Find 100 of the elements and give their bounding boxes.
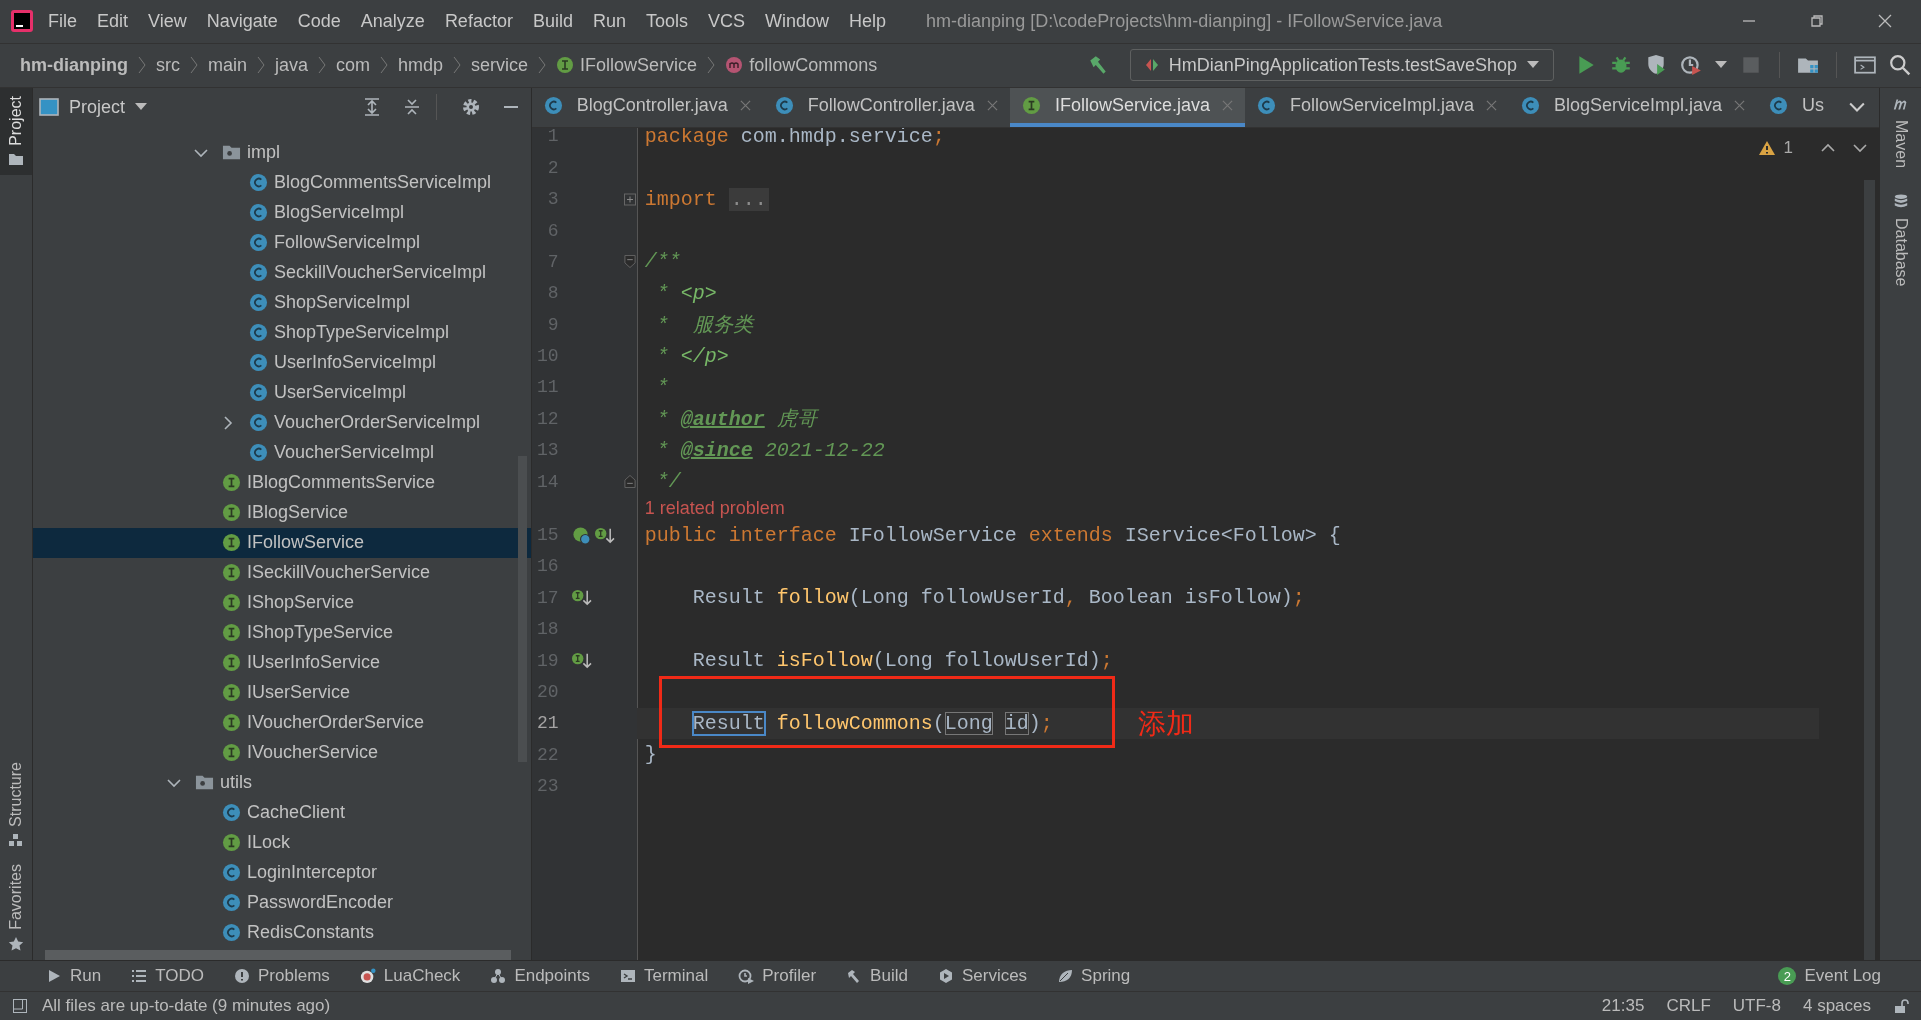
profiler-icon[interactable] <box>1680 54 1702 77</box>
tree-item[interactable]: IFollowService <box>33 527 531 558</box>
breadcrumb-item[interactable]: IFollowService <box>554 54 700 76</box>
tool-window-button[interactable]: Endpoints <box>490 966 590 987</box>
tree-item[interactable]: ShopTypeServiceImpl <box>33 317 531 348</box>
tree-item[interactable]: impl <box>33 137 531 168</box>
tool-window-button[interactable]: Spring <box>1057 966 1131 987</box>
tree-item[interactable]: SeckillVoucherServiceImpl <box>33 257 531 288</box>
fold-expand-icon[interactable] <box>624 192 637 206</box>
editor-tab[interactable]: Us <box>1757 87 1837 127</box>
chevron-up-icon[interactable] <box>1821 142 1835 153</box>
close-icon[interactable] <box>1877 13 1893 30</box>
tree-item[interactable]: utils <box>33 767 531 798</box>
implementations-icon[interactable] <box>570 588 592 608</box>
status-item[interactable]: 4 spaces <box>1802 996 1871 1017</box>
tool-window-button[interactable]: LuaCheck <box>359 966 461 987</box>
tree-item[interactable]: ISeckillVoucherService <box>33 557 531 588</box>
tool-window-button[interactable]: Services <box>937 966 1028 987</box>
tree-item[interactable]: CacheClient <box>33 797 531 828</box>
chevron-right-icon[interactable] <box>223 415 233 430</box>
tree-item[interactable]: RedisConstants <box>33 917 531 948</box>
status-item[interactable]: 21:35 <box>1601 996 1645 1017</box>
tool-window-button[interactable]: Terminal <box>620 966 709 987</box>
tree-item[interactable]: VoucherOrderServiceImpl <box>33 407 531 438</box>
implemented-icon[interactable] <box>570 525 592 545</box>
implementations-icon[interactable] <box>570 651 592 671</box>
tool-window-button[interactable]: TODO <box>131 966 204 987</box>
menu-item[interactable]: Edit <box>97 10 129 32</box>
menu-item[interactable]: Code <box>297 10 341 32</box>
tree-item[interactable]: IBlogCommentsService <box>33 467 531 498</box>
tool-window-tab[interactable]: Database <box>1891 193 1910 287</box>
breadcrumb-item[interactable]: main <box>206 54 249 76</box>
tree-item[interactable]: IVoucherOrderService <box>33 707 531 738</box>
status-item[interactable]: UTF-8 <box>1732 996 1781 1017</box>
tree-item[interactable]: ShopServiceImpl <box>33 287 531 318</box>
editor-tab[interactable]: BlogServiceImpl.java <box>1509 87 1758 127</box>
tree-item[interactable]: UserServiceImpl <box>33 377 531 408</box>
run-config-dropdown[interactable]: HmDianPingApplicationTests.testSaveShop <box>1129 49 1554 82</box>
chevron-down-icon[interactable] <box>167 777 181 788</box>
editor-tab[interactable]: FollowServiceImpl.java <box>1244 87 1509 127</box>
tool-window-tab[interactable]: Favorites <box>0 856 32 961</box>
breadcrumb-item[interactable]: hm-dianping <box>18 54 130 76</box>
status-item[interactable]: CRLF <box>1666 996 1711 1017</box>
vertical-scrollbar[interactable] <box>517 455 527 762</box>
settings-icon[interactable] <box>460 97 481 118</box>
window-icon[interactable] <box>1854 54 1876 77</box>
panel-title-dropdown[interactable]: Project <box>69 96 125 118</box>
tool-window-tab[interactable]: Structure <box>0 753 32 857</box>
menu-item[interactable]: Analyze <box>360 10 425 32</box>
tool-window-button[interactable]: Problems <box>234 966 330 987</box>
unlock-icon[interactable] <box>1893 998 1909 1015</box>
caret-icon[interactable] <box>135 103 147 112</box>
breadcrumb-item[interactable]: com <box>334 54 373 76</box>
menu-item[interactable]: Run <box>592 10 626 32</box>
breadcrumb-item[interactable]: hmdp <box>396 54 446 76</box>
tool-window-button[interactable]: Build <box>846 966 908 987</box>
menu-item[interactable]: VCS <box>708 10 745 32</box>
restore-icon[interactable] <box>1809 13 1825 30</box>
menu-item[interactable]: Navigate <box>206 10 278 32</box>
tool-window-button[interactable]: Profiler <box>738 966 817 987</box>
shield-run-icon[interactable] <box>1645 54 1667 77</box>
tree-item[interactable]: BlogCommentsServiceImpl <box>33 167 531 198</box>
tool-window-tab[interactable]: Maven <box>1891 95 1910 168</box>
inline-hint[interactable]: 1 related problem <box>636 497 785 519</box>
warning-icon[interactable] <box>1757 139 1776 156</box>
menu-item[interactable]: Help <box>849 10 887 32</box>
tree-item[interactable]: LoginInterceptor <box>33 857 531 888</box>
caret-icon[interactable] <box>1715 61 1727 70</box>
fold-collapse-icon[interactable] <box>624 255 637 269</box>
menu-item[interactable]: Tools <box>645 10 688 32</box>
tree-item[interactable]: UserInfoServiceImpl <box>33 347 531 378</box>
menu-item[interactable]: Window <box>765 10 830 32</box>
tree-item[interactable]: FollowServiceImpl <box>33 227 531 258</box>
tool-window-button[interactable]: Run <box>46 966 102 987</box>
implementations-icon[interactable] <box>593 525 615 545</box>
chevron-down-icon[interactable] <box>194 147 208 158</box>
toggle-panels-icon[interactable] <box>12 998 28 1015</box>
fold-end-icon[interactable] <box>624 475 637 489</box>
tree-item[interactable]: IUserInfoService <box>33 647 531 678</box>
tree-item[interactable]: IUserService <box>33 677 531 708</box>
tree-item[interactable]: IBlogService <box>33 497 531 528</box>
horizontal-scrollbar[interactable] <box>45 950 511 961</box>
chevron-down-icon[interactable] <box>1849 101 1865 114</box>
tree-item[interactable]: ILock <box>33 827 531 858</box>
breadcrumb-item[interactable]: java <box>273 54 311 76</box>
tool-window-tab[interactable]: Project <box>0 87 32 176</box>
breadcrumb-item[interactable]: service <box>469 54 531 76</box>
editor-tab[interactable]: IFollowService.java <box>1009 87 1245 127</box>
tree-item[interactable]: BlogServiceImpl <box>33 197 531 228</box>
menu-item[interactable]: File <box>48 10 77 32</box>
tree-item[interactable]: VoucherServiceImpl <box>33 437 531 468</box>
breadcrumb-item[interactable]: src <box>154 54 182 76</box>
tree-item[interactable]: IShopService <box>33 587 531 618</box>
search-icon[interactable] <box>1889 54 1911 77</box>
event-log-button[interactable]: 2 Event Log <box>1778 966 1881 987</box>
menu-item[interactable]: Refactor <box>444 10 513 32</box>
breadcrumb-item[interactable]: followCommons <box>723 54 880 76</box>
editor-tab[interactable]: BlogController.java <box>531 87 763 127</box>
chevron-down-icon[interactable] <box>1853 142 1867 153</box>
warning-count[interactable]: 1 <box>1783 137 1793 158</box>
